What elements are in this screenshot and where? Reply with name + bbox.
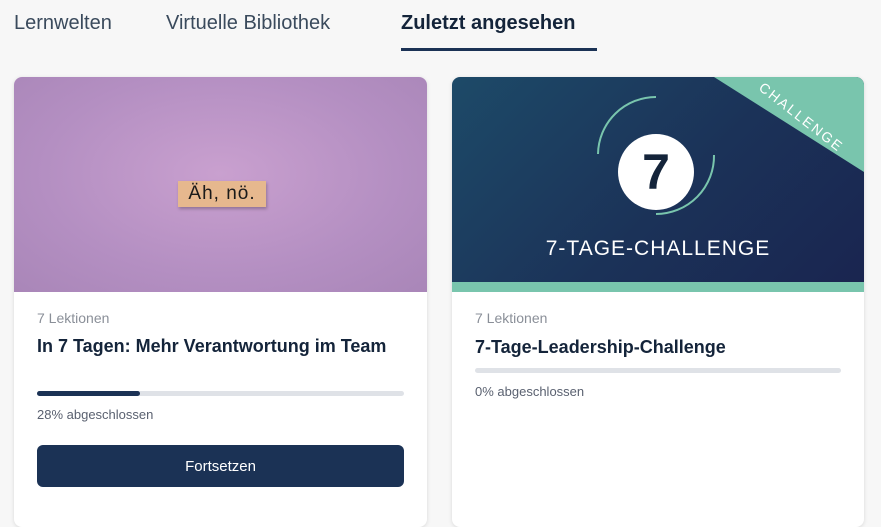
thumbnail-word-tile: Äh, nö. [178, 181, 266, 207]
tab-virtuelle-bibliothek[interactable]: Virtuelle Bibliothek [166, 12, 330, 35]
lesson-count: 7 Lektionen [475, 310, 548, 326]
progress-bar-fill [37, 391, 140, 396]
thumbnail-title: 7-TAGE-CHALLENGE [545, 237, 771, 260]
course-thumbnail: Äh, nö. [14, 77, 427, 292]
course-card-verantwortung[interactable]: Äh, nö. 7 Lektionen In 7 Tagen: Mehr Ver… [14, 77, 427, 527]
progress-label: 28% abgeschlossen [37, 407, 154, 422]
day-count-badge: 7 [618, 134, 694, 210]
course-title[interactable]: In 7 Tagen: Mehr Verantwortung im Team [37, 335, 407, 358]
lesson-count: 7 Lektionen [37, 310, 110, 326]
challenge-thumbnail: CHALLENGE 7 7-TAGE-CHALLENGE [452, 77, 864, 282]
tab-bar: Lernwelten Virtuelle Bibliothek Zuletzt … [0, 0, 881, 56]
progress-label: 0% abgeschlossen [475, 384, 585, 399]
course-card-leadership-challenge[interactable]: CHALLENGE 7 7-TAGE-CHALLENGE 7 Lektionen… [452, 77, 864, 527]
thumbnail-accent-bar [452, 282, 864, 292]
tab-zuletzt-angesehen[interactable]: Zuletzt angesehen [401, 12, 575, 35]
progress-bar [475, 368, 841, 373]
active-tab-indicator [401, 48, 597, 51]
tab-lernwelten[interactable]: Lernwelten [14, 12, 112, 35]
continue-button[interactable]: Fortsetzen [37, 445, 404, 487]
course-title[interactable]: 7-Tage-Leadership-Challenge [475, 336, 845, 359]
progress-bar [37, 391, 404, 396]
